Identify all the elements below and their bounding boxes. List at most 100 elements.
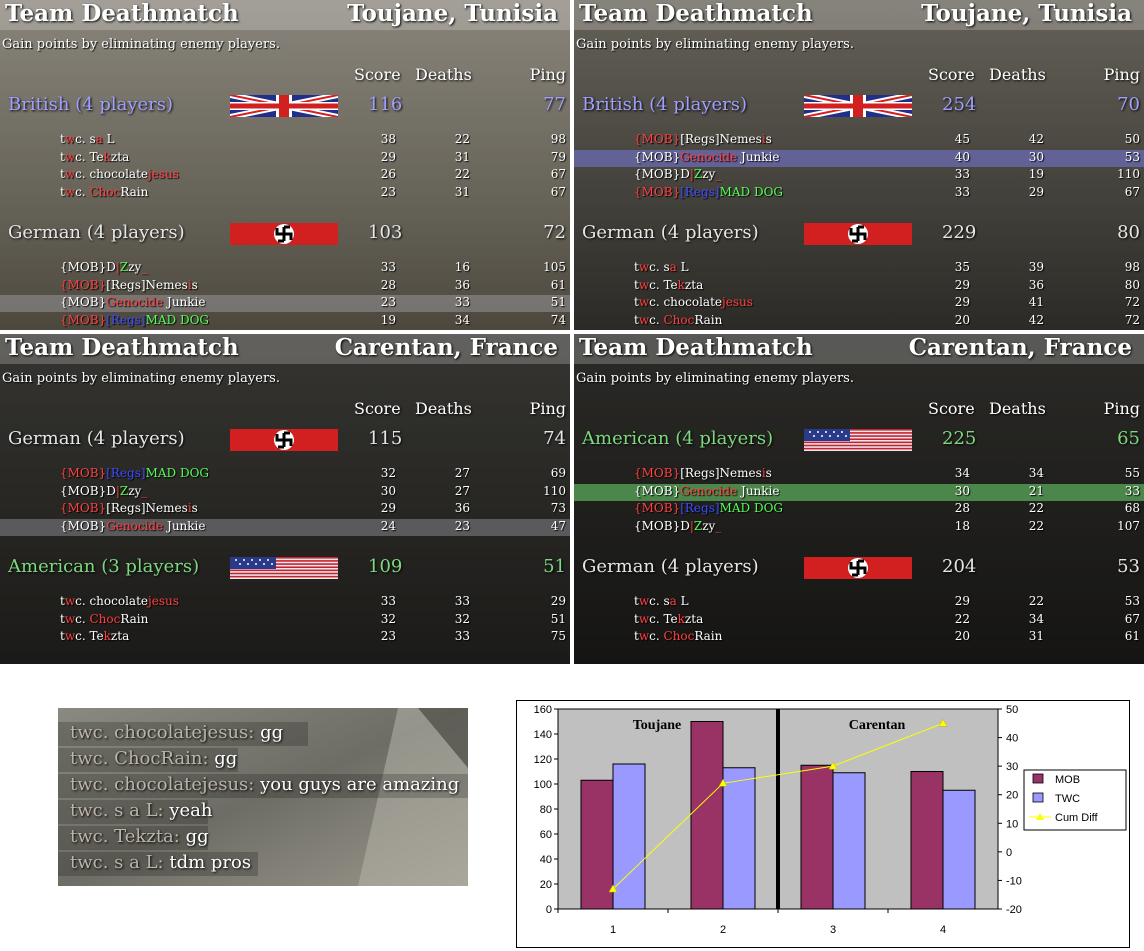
player-row: {MOB}Genocide Junkie 40 30 53 [574, 149, 1144, 167]
player-row: {MOB}D|Zzy_ 33 19 110 [574, 167, 1144, 184]
player-row: twc. Tekzta 29 36 80 [574, 278, 1144, 295]
bar-twc [942, 789, 976, 910]
player-ping: 33 [1124, 483, 1140, 498]
chat-sender: twc. chocolatejesus: [70, 774, 255, 795]
player-score: 34 [954, 466, 970, 480]
player-score: 30 [954, 483, 970, 498]
player-row: twc. ChocRain 32 32 51 [0, 612, 570, 629]
player-score: 29 [954, 594, 970, 608]
team-ping: 70 [1117, 94, 1140, 115]
player-score: 26 [380, 167, 396, 181]
player-deaths: 33 [454, 295, 470, 309]
player-score: 18 [954, 518, 970, 533]
chat-message: gg [208, 748, 238, 769]
y2-tick-label: 10 [1006, 818, 1018, 830]
scoreboard-panel: Team Deathmatch Carentan, France Gain poin… [0, 334, 570, 664]
player-ping: 74 [550, 312, 566, 327]
german-flag-icon [230, 429, 338, 451]
british-flag-icon [229, 92, 339, 120]
player-ping: 79 [550, 149, 566, 164]
player-deaths: 36 [454, 277, 470, 292]
bar-twc [722, 767, 756, 910]
bar-twc [612, 763, 646, 910]
y2-tick-label: -20 [1006, 904, 1022, 916]
player-name: {MOB}[Regs]MAD DOG [634, 184, 783, 199]
player-deaths: 34 [1028, 466, 1044, 480]
team-name: German (4 players) [8, 222, 185, 243]
y-tick-label: 80 [540, 804, 552, 816]
team-score: 225 [942, 428, 977, 449]
x-tick-label: 3 [830, 924, 836, 936]
player-score: 32 [380, 611, 396, 626]
score-column-header: Score [928, 65, 975, 84]
player-ping: 75 [550, 629, 566, 643]
y2-tick-label: 30 [1006, 761, 1018, 773]
player-name: twc. ChocRain [634, 312, 723, 327]
player-row: {MOB}[Regs]Nemesis 29 36 73 [0, 501, 570, 518]
player-name: {MOB}[Regs]Nemesis [60, 277, 198, 292]
player-name: twc. ChocRain [60, 184, 149, 199]
legend-label: TWC [1055, 793, 1080, 805]
player-ping: 67 [550, 167, 566, 181]
player-deaths: 27 [454, 466, 470, 480]
mode-description: Gain points by eliminating enemy players… [2, 37, 280, 52]
player-row: {MOB}Genocide Junkie 30 21 33 [574, 483, 1144, 501]
player-ping: 53 [1124, 149, 1140, 164]
team-row: German (4 players) 103 72 [0, 220, 570, 248]
score-column-header: Score [928, 399, 975, 418]
player-ping: 110 [543, 483, 566, 498]
team-ping: 53 [1117, 556, 1140, 577]
y-tick-label: 120 [534, 754, 552, 766]
team-name: German (4 players) [582, 222, 759, 243]
player-name: twc. Tekzta [634, 611, 704, 626]
player-row: {MOB}[Regs]Nemesis 45 42 50 [574, 132, 1144, 149]
player-ping: 50 [1124, 132, 1140, 146]
player-deaths: 19 [1028, 167, 1044, 181]
player-deaths: 34 [1028, 611, 1044, 626]
player-row: {MOB}[Regs]Nemesis 34 34 55 [574, 466, 1144, 483]
team-ping: 72 [543, 222, 566, 243]
game-mode-title: Team Deathmatch [579, 0, 813, 27]
player-name: {MOB}[Regs]MAD DOG [634, 501, 783, 515]
y-tick-label: 20 [540, 879, 552, 891]
annotation-label: Carentan [849, 718, 906, 733]
chat-sender: twc. Tekzta: [70, 826, 180, 847]
player-row: twc. sa L 35 39 98 [574, 260, 1144, 277]
german-flag-icon [230, 223, 338, 245]
player-score: 23 [380, 184, 396, 199]
player-row: twc. sa L 38 22 98 [0, 132, 570, 149]
y-tick-label: 100 [534, 779, 552, 791]
player-name: {MOB}Genocide Junkie [60, 518, 206, 533]
player-name: {MOB}[Regs]Nemesis [60, 501, 198, 515]
player-score: 23 [380, 295, 396, 309]
legend-swatch [1032, 792, 1044, 803]
player-ping: 80 [1124, 277, 1140, 292]
team-ping: 77 [543, 94, 566, 115]
american-flag-icon [804, 429, 912, 451]
player-score: 24 [380, 518, 396, 533]
team-score: 229 [942, 222, 977, 243]
player-score: 20 [954, 312, 970, 327]
player-deaths: 31 [454, 184, 470, 199]
player-deaths: 29 [1028, 184, 1044, 199]
player-deaths: 36 [1028, 277, 1044, 292]
scoreboard-panel: Team Deathmatch Toujane, Tunisia Gain poin… [574, 0, 1144, 330]
player-row: twc. ChocRain 20 31 61 [574, 629, 1144, 646]
player-name: {MOB}D|Zzy_ [634, 518, 722, 533]
mode-description: Gain points by eliminating enemy players… [576, 37, 854, 52]
player-score: 38 [380, 132, 396, 146]
player-row: {MOB}[Regs]MAD DOG 28 22 68 [574, 501, 1144, 518]
mode-description: Gain points by eliminating enemy players… [576, 371, 854, 386]
team-name: British (4 players) [582, 94, 748, 115]
player-name: twc. Tekzta [60, 149, 130, 164]
y2-tick-label: 0 [1006, 847, 1012, 859]
german-flag-icon [804, 223, 912, 245]
player-row: twc. ChocRain 20 42 72 [574, 313, 1144, 330]
chat-message: gg [179, 826, 209, 847]
player-ping: 110 [1117, 167, 1140, 181]
chat-line: twc. chocolatejesus: gg [70, 722, 283, 743]
team-name: British (4 players) [8, 94, 174, 115]
player-name: {MOB}[Regs]Nemesis [634, 466, 772, 480]
ping-column-header: Ping [529, 65, 566, 84]
legend-swatch [1032, 773, 1044, 784]
